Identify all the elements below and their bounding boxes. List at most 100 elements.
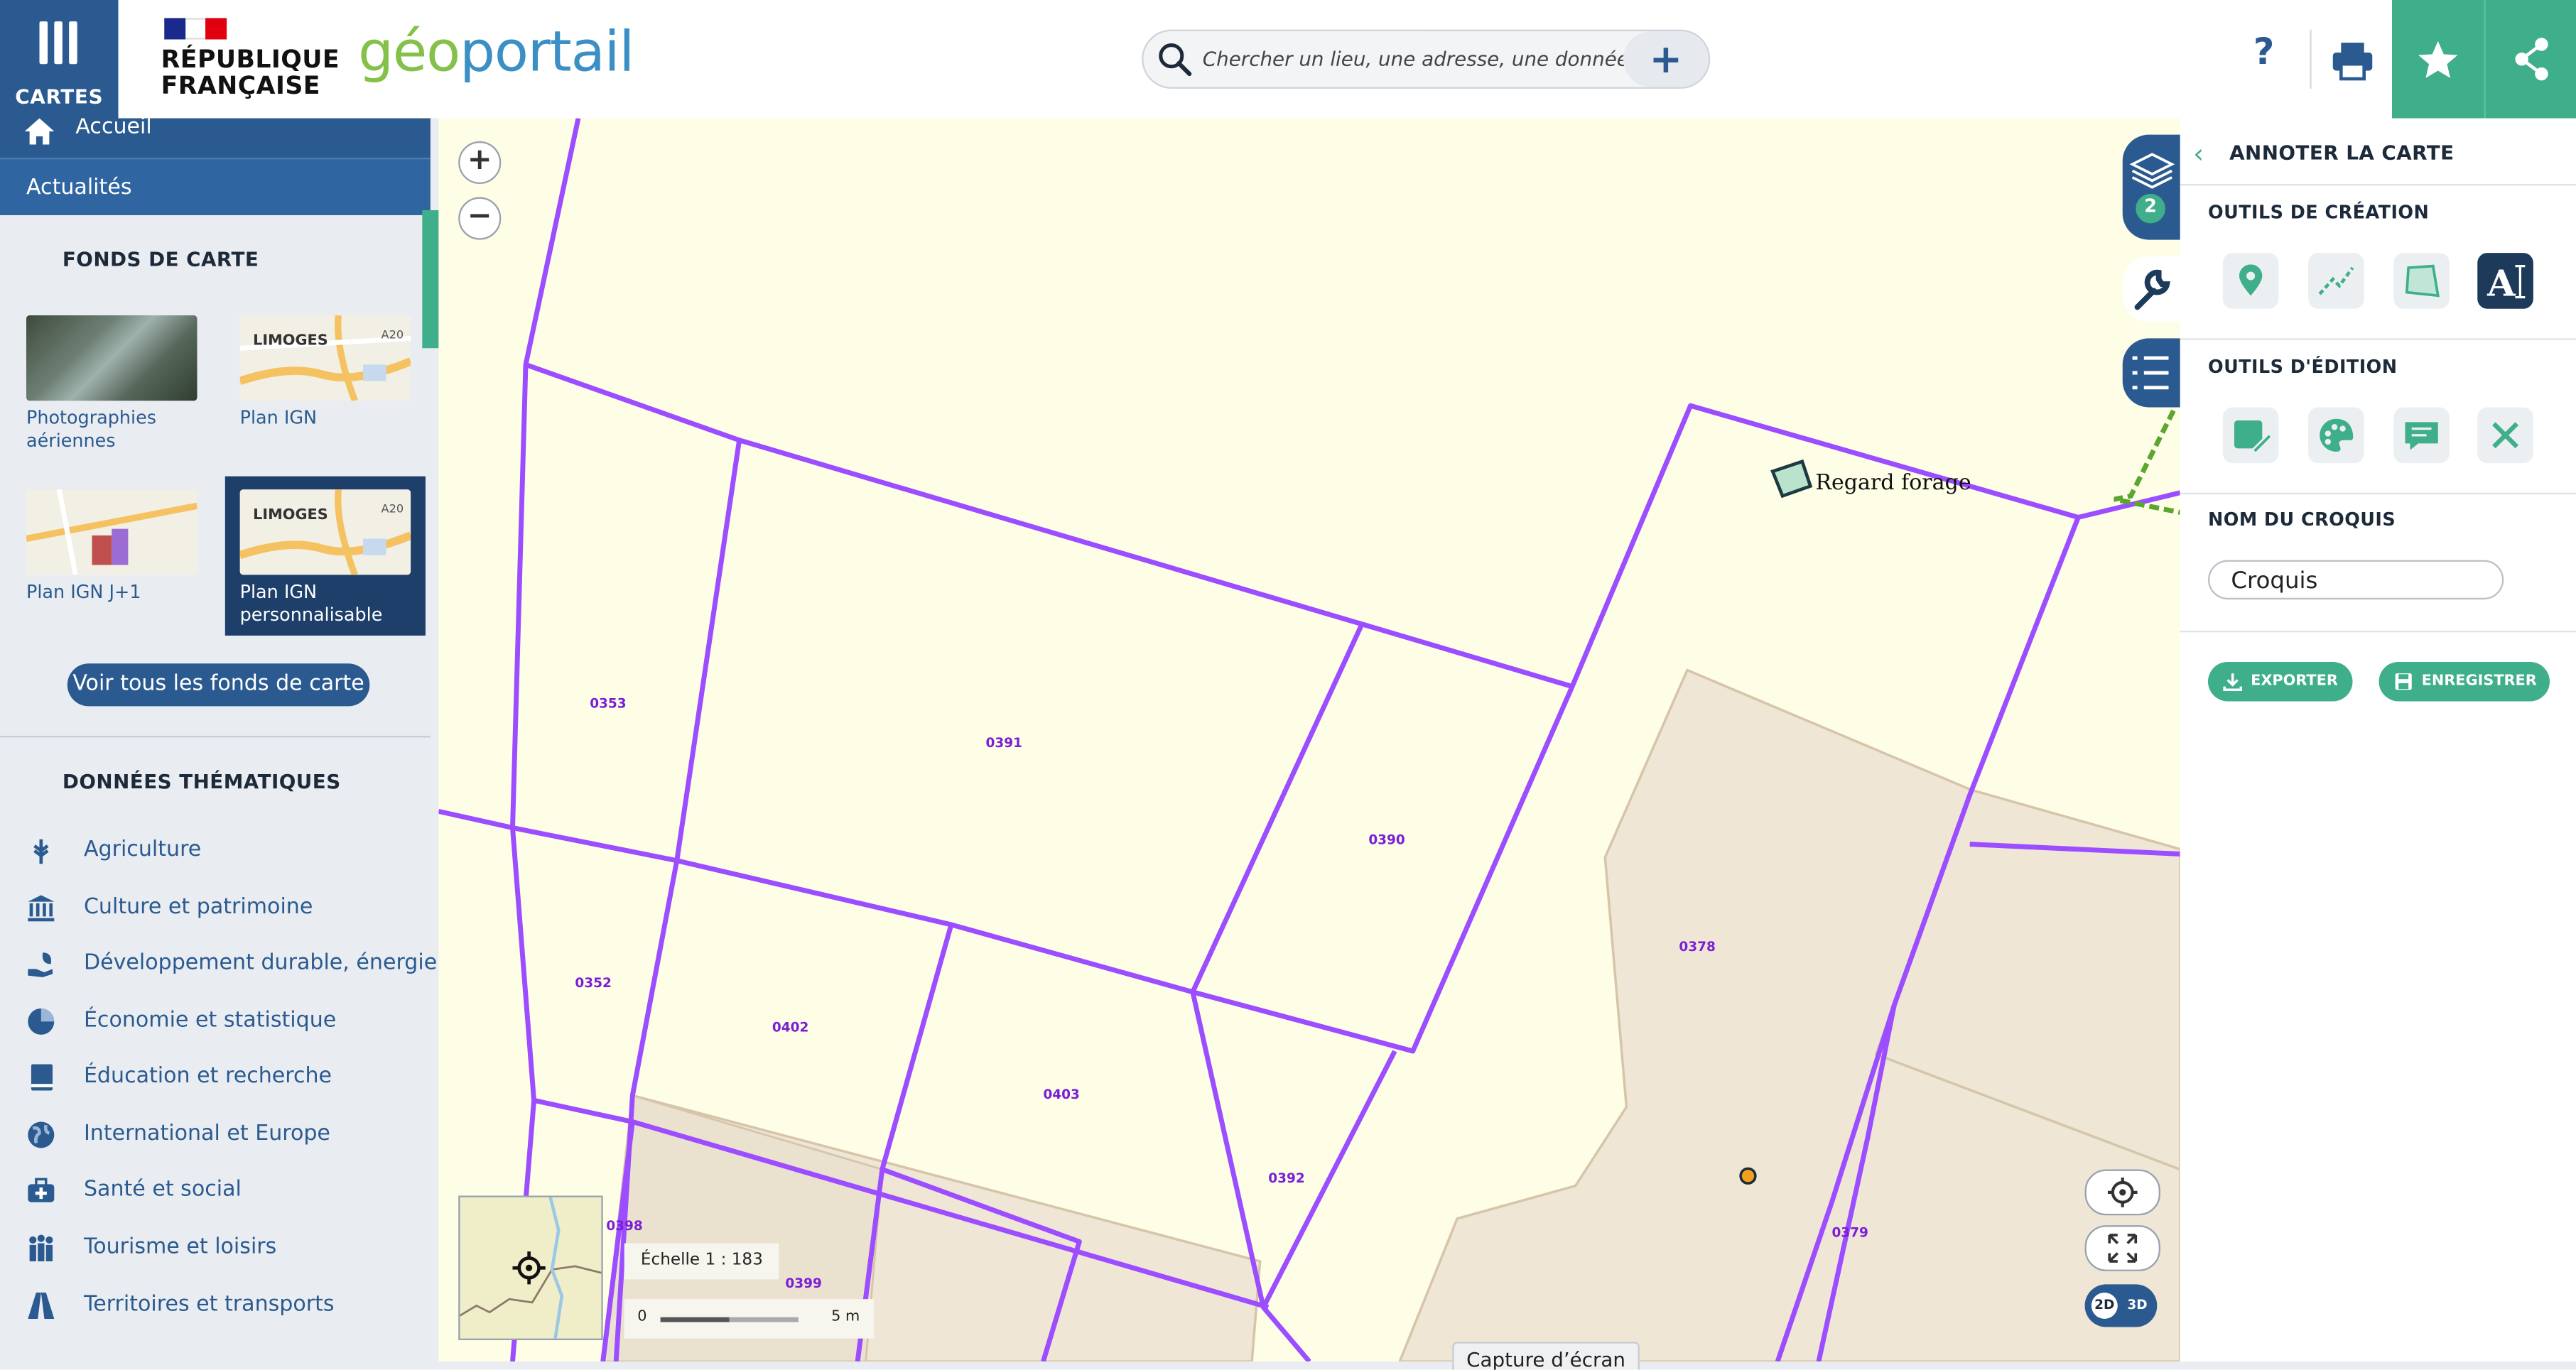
add-line-tool[interactable] xyxy=(2308,253,2364,309)
basemap-label-plan-ign-j1[interactable]: Plan IGN J+1 xyxy=(26,582,141,604)
add-polygon-tool[interactable] xyxy=(2393,253,2450,309)
basemaps-heading: FONDS DE CARTE xyxy=(63,248,259,271)
overview-minimap[interactable] xyxy=(458,1196,603,1341)
search-icon xyxy=(1157,41,1193,77)
zoom-out-button[interactable]: − xyxy=(458,197,501,240)
annotation-text[interactable]: Regard forage xyxy=(1815,472,1971,496)
palette-icon xyxy=(2308,408,2364,464)
polyline-icon xyxy=(2308,253,2364,309)
edit-style-tool[interactable] xyxy=(2308,408,2364,464)
back-chevron-icon[interactable]: ‹ xyxy=(2193,138,2204,169)
annotate-panel: ‹ ANNOTER LA CARTE OUTILS DE CRÉATION A xyxy=(2180,119,2576,1370)
tools-tab[interactable] xyxy=(2123,256,2182,322)
panel-divider xyxy=(2180,631,2576,632)
basemap-thumb-plan-ign[interactable]: LIMOGES A20 xyxy=(240,315,411,401)
map-canvas[interactable]: 0353 0391 0390 0378 0352 0402 0403 0392 … xyxy=(438,119,2180,1362)
theme-item-territories[interactable]: Territoires et transports xyxy=(0,1281,431,1330)
sketch-name-input[interactable]: Croquis xyxy=(2208,560,2504,600)
share-button[interactable] xyxy=(2484,0,2576,119)
geolocate-button[interactable] xyxy=(2085,1170,2160,1216)
comment-icon xyxy=(2393,408,2450,464)
bottom-strip xyxy=(0,1361,2576,1370)
panel-title: ANNOTER LA CARTE xyxy=(2229,141,2455,164)
layers-count-badge: 2 xyxy=(2136,195,2165,217)
republique-francaise-logo: RÉPUBLIQUE FRANÇAISE xyxy=(161,46,340,99)
theme-item-agriculture[interactable]: Agriculture xyxy=(0,826,431,875)
add-text-tool[interactable]: A xyxy=(2477,253,2533,309)
screenshot-tab[interactable]: Capture d’écran xyxy=(1452,1342,1640,1369)
edit-shape-icon xyxy=(2223,408,2279,464)
delete-tool[interactable] xyxy=(2477,408,2533,464)
theme-item-international[interactable]: International et Europe xyxy=(0,1110,431,1159)
globe-icon xyxy=(26,1120,56,1150)
parcel-label: 0402 xyxy=(772,1020,808,1035)
locate-crosshair-icon xyxy=(513,1251,546,1284)
parcel-label: 0353 xyxy=(590,697,626,712)
basemap-label-aerial[interactable]: Photographies aériennes xyxy=(26,408,207,454)
sidebar-divider xyxy=(0,736,431,737)
mode-3d: 3D xyxy=(2124,1293,2150,1319)
parcel-label: 0392 xyxy=(1268,1171,1304,1186)
print-button[interactable] xyxy=(2323,33,2382,85)
parcel-label: 0398 xyxy=(606,1219,642,1234)
wrench-icon xyxy=(2123,256,2182,322)
layers-tab[interactable]: 2 xyxy=(2123,135,2182,240)
medical-case-icon xyxy=(26,1176,56,1206)
basemap-thumb-aerial[interactable] xyxy=(26,315,197,401)
edit-geometry-tool[interactable] xyxy=(2223,408,2279,464)
basemap-label-plan-ign-custom[interactable]: Plan IGN personnalisable xyxy=(240,582,421,628)
star-icon xyxy=(2392,0,2484,119)
people-icon xyxy=(26,1234,56,1263)
theme-item-economy[interactable]: Économie et statistique xyxy=(0,997,431,1046)
search-input[interactable]: Chercher un lieu, une adresse, une donné… xyxy=(1203,48,1629,70)
header-divider xyxy=(2310,30,2311,89)
top-header: CARTES RÉPUBLIQUE FRANÇAISE géoportail C… xyxy=(0,0,2576,119)
theme-item-culture[interactable]: Culture et patrimoine xyxy=(0,884,431,933)
zoom-in-button[interactable]: + xyxy=(458,141,501,184)
legend-tab[interactable] xyxy=(2123,338,2182,407)
monument-icon xyxy=(26,893,56,923)
2d-3d-toggle[interactable]: 2D 3D xyxy=(2085,1284,2158,1327)
theme-item-health[interactable]: Santé et social xyxy=(0,1166,431,1215)
maps-menu-label: CARTES xyxy=(0,85,119,108)
crosshair-icon xyxy=(2087,1171,2159,1214)
mode-2d: 2D xyxy=(2091,1293,2118,1319)
theme-item-sustainable-dev[interactable]: Développement durable, énergie xyxy=(0,940,431,989)
nav-news[interactable]: Actualités xyxy=(0,158,431,215)
basemap-thumb-plan-ign-j1[interactable] xyxy=(26,489,197,575)
add-point-tool[interactable] xyxy=(2223,253,2279,309)
parcel-layer xyxy=(438,119,2180,1362)
scale-bar: 0 5 m xyxy=(624,1299,875,1339)
advanced-search-button[interactable]: + xyxy=(1623,31,1709,87)
basemap-thumb-plan-ign-custom[interactable]: LIMOGES A20 xyxy=(240,489,411,575)
text-tool-icon: A xyxy=(2477,253,2533,309)
maps-menu-button[interactable]: CARTES xyxy=(0,0,119,119)
leaf-hand-icon xyxy=(26,950,56,979)
map-pin-icon xyxy=(2223,253,2279,309)
theme-item-education[interactable]: Éducation et recherche xyxy=(0,1053,431,1102)
theme-item-tourism[interactable]: Tourisme et loisirs xyxy=(0,1224,431,1273)
list-icon xyxy=(2123,338,2182,407)
svg-text:A: A xyxy=(2486,261,2516,304)
save-disk-icon xyxy=(2393,672,2413,692)
search-bar[interactable]: Chercher un lieu, une adresse, une donné… xyxy=(1142,30,1710,89)
sketch-name-heading: NOM DU CROQUIS xyxy=(2208,509,2396,531)
pie-chart-icon xyxy=(26,1007,56,1037)
sidebar-scrollbar[interactable] xyxy=(422,210,438,348)
help-button[interactable]: ? xyxy=(2234,33,2293,85)
thumb-city-label: LIMOGES xyxy=(253,332,328,349)
edit-label-tool[interactable] xyxy=(2393,408,2450,464)
geoportail-logo[interactable]: géoportail xyxy=(358,20,634,86)
fullscreen-button[interactable] xyxy=(2085,1225,2160,1271)
export-button[interactable]: EXPORTER xyxy=(2208,662,2353,702)
parcel-label: 0379 xyxy=(1831,1225,1868,1240)
favorites-button[interactable] xyxy=(2392,0,2484,119)
book-icon xyxy=(26,1062,56,1092)
menu-bars-icon xyxy=(40,21,80,64)
nav-home[interactable]: Accueil xyxy=(0,119,431,158)
save-button[interactable]: ENREGISTRER xyxy=(2379,662,2550,702)
basemap-label-plan-ign[interactable]: Plan IGN xyxy=(240,408,317,430)
see-all-basemaps-button[interactable]: Voir tous les fonds de carte xyxy=(67,663,370,706)
close-icon xyxy=(2477,408,2533,464)
expand-arrows-icon xyxy=(2087,1227,2159,1269)
